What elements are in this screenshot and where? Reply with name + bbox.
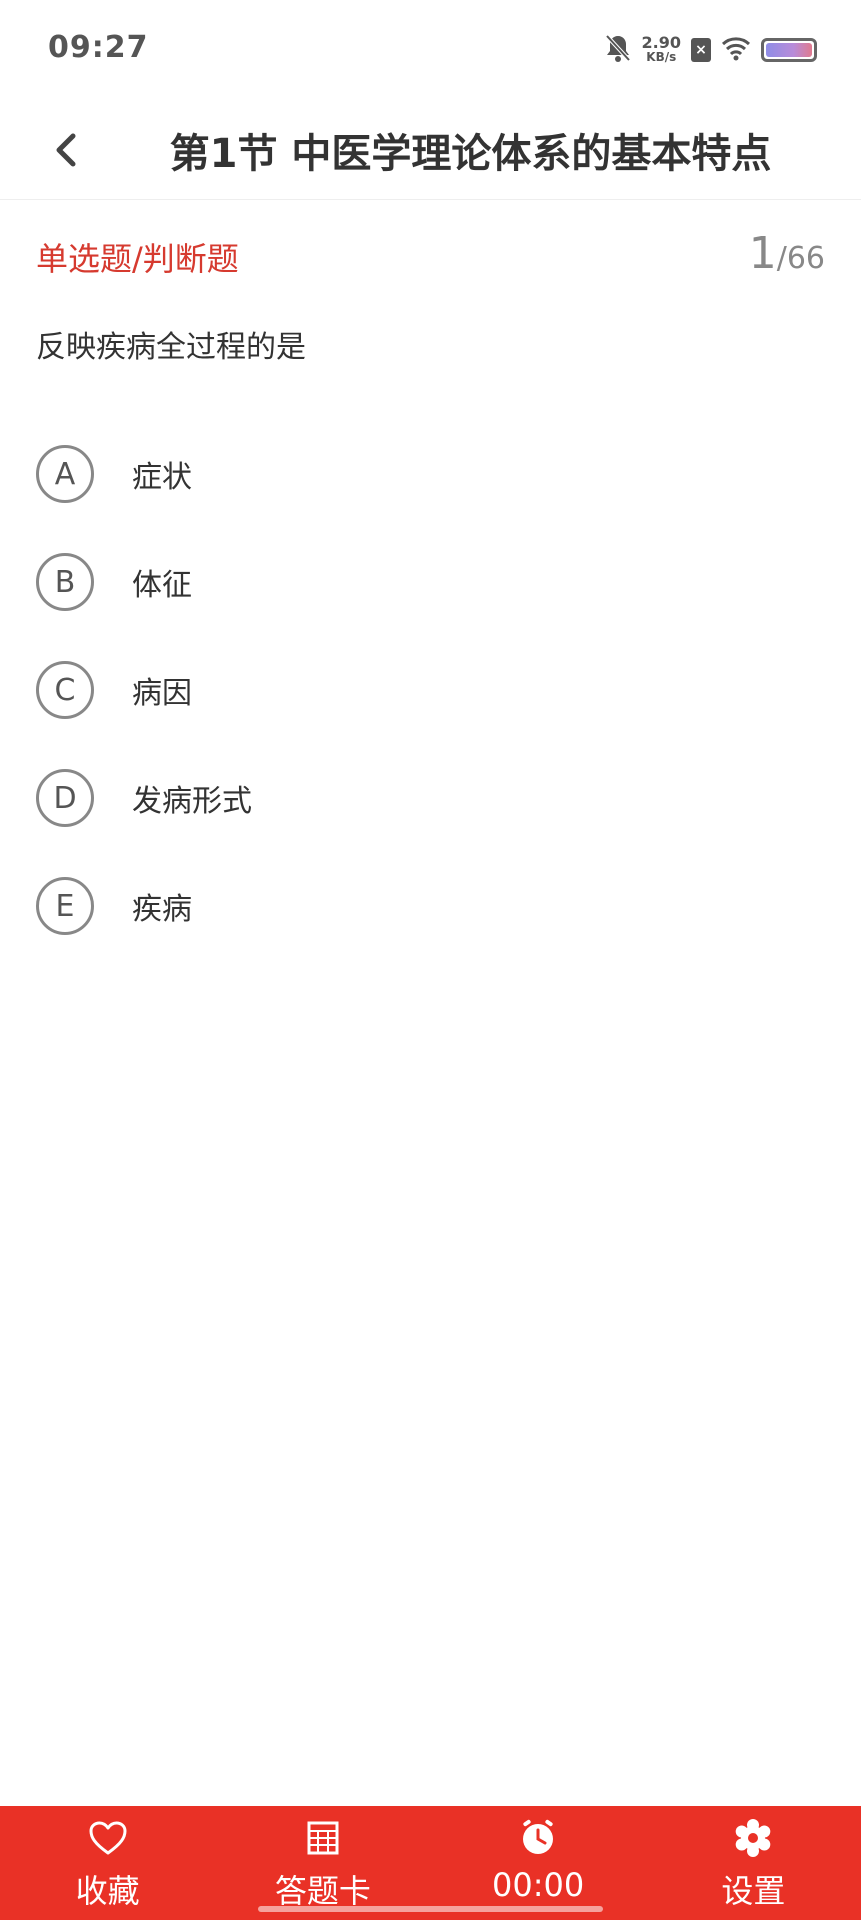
option-letter: C <box>36 661 94 719</box>
battery-icon <box>761 38 817 62</box>
back-button[interactable] <box>40 122 90 178</box>
heart-icon <box>86 1816 130 1860</box>
favorite-label: 收藏 <box>75 1872 140 1910</box>
header: 第1节 中医学理论体系的基本特点 <box>0 100 861 200</box>
wifi-icon <box>721 35 751 65</box>
option-letter: A <box>36 445 94 503</box>
option-e[interactable]: E 疾病 <box>36 852 826 960</box>
question-total: 66 <box>786 241 825 276</box>
gear-icon <box>731 1816 775 1860</box>
question-separator: / <box>776 241 787 276</box>
option-b[interactable]: B 体征 <box>36 528 826 636</box>
home-indicator[interactable] <box>258 1906 603 1912</box>
option-c[interactable]: C 病因 <box>36 636 826 744</box>
sim-x-icon: × <box>691 38 711 62</box>
clock-icon <box>516 1816 560 1860</box>
option-a[interactable]: A 症状 <box>36 420 826 528</box>
settings-label: 设置 <box>721 1872 786 1910</box>
option-list: A 症状 B 体征 C 病因 D 发病形式 E 疾病 <box>36 420 826 960</box>
net-speed: 2.90 KB/s <box>641 33 681 65</box>
answer-card-button[interactable]: 答题卡 <box>215 1806 430 1920</box>
option-text: 体征 <box>132 568 192 603</box>
timer-button[interactable]: 00:00 <box>431 1806 646 1920</box>
option-text: 症状 <box>132 460 192 495</box>
favorite-button[interactable]: 收藏 <box>0 1806 215 1920</box>
bottom-toolbar: 收藏 答题卡 00:00 设置 <box>0 1806 861 1920</box>
quiz-page: 09:27 2.90 KB/s × 第1节 中医学理论体系的基本特点 单选题/判… <box>0 0 861 1920</box>
option-letter: D <box>36 769 94 827</box>
option-text: 发病形式 <box>132 784 252 819</box>
option-text: 疾病 <box>132 892 192 927</box>
option-letter: E <box>36 877 94 935</box>
question-stem: 反映疾病全过程的是 <box>36 330 306 365</box>
bell-mute-icon <box>604 33 632 67</box>
grid-icon <box>301 1816 345 1860</box>
option-letter: B <box>36 553 94 611</box>
status-time: 09:27 <box>48 30 149 65</box>
question-type: 单选题/判断题 <box>36 240 239 278</box>
page-title: 第1节 中医学理论体系的基本特点 <box>169 131 772 177</box>
status-bar: 09:27 2.90 KB/s × <box>0 0 861 100</box>
status-icons: 2.90 KB/s × <box>604 32 817 68</box>
timer-label: 00:00 <box>492 1866 585 1904</box>
settings-button[interactable]: 设置 <box>646 1806 861 1920</box>
option-text: 病因 <box>132 676 192 711</box>
question-current: 1 <box>748 228 777 279</box>
option-d[interactable]: D 发病形式 <box>36 744 826 852</box>
question-progress: 1 / 66 <box>749 228 825 279</box>
chevron-left-icon <box>56 133 76 167</box>
